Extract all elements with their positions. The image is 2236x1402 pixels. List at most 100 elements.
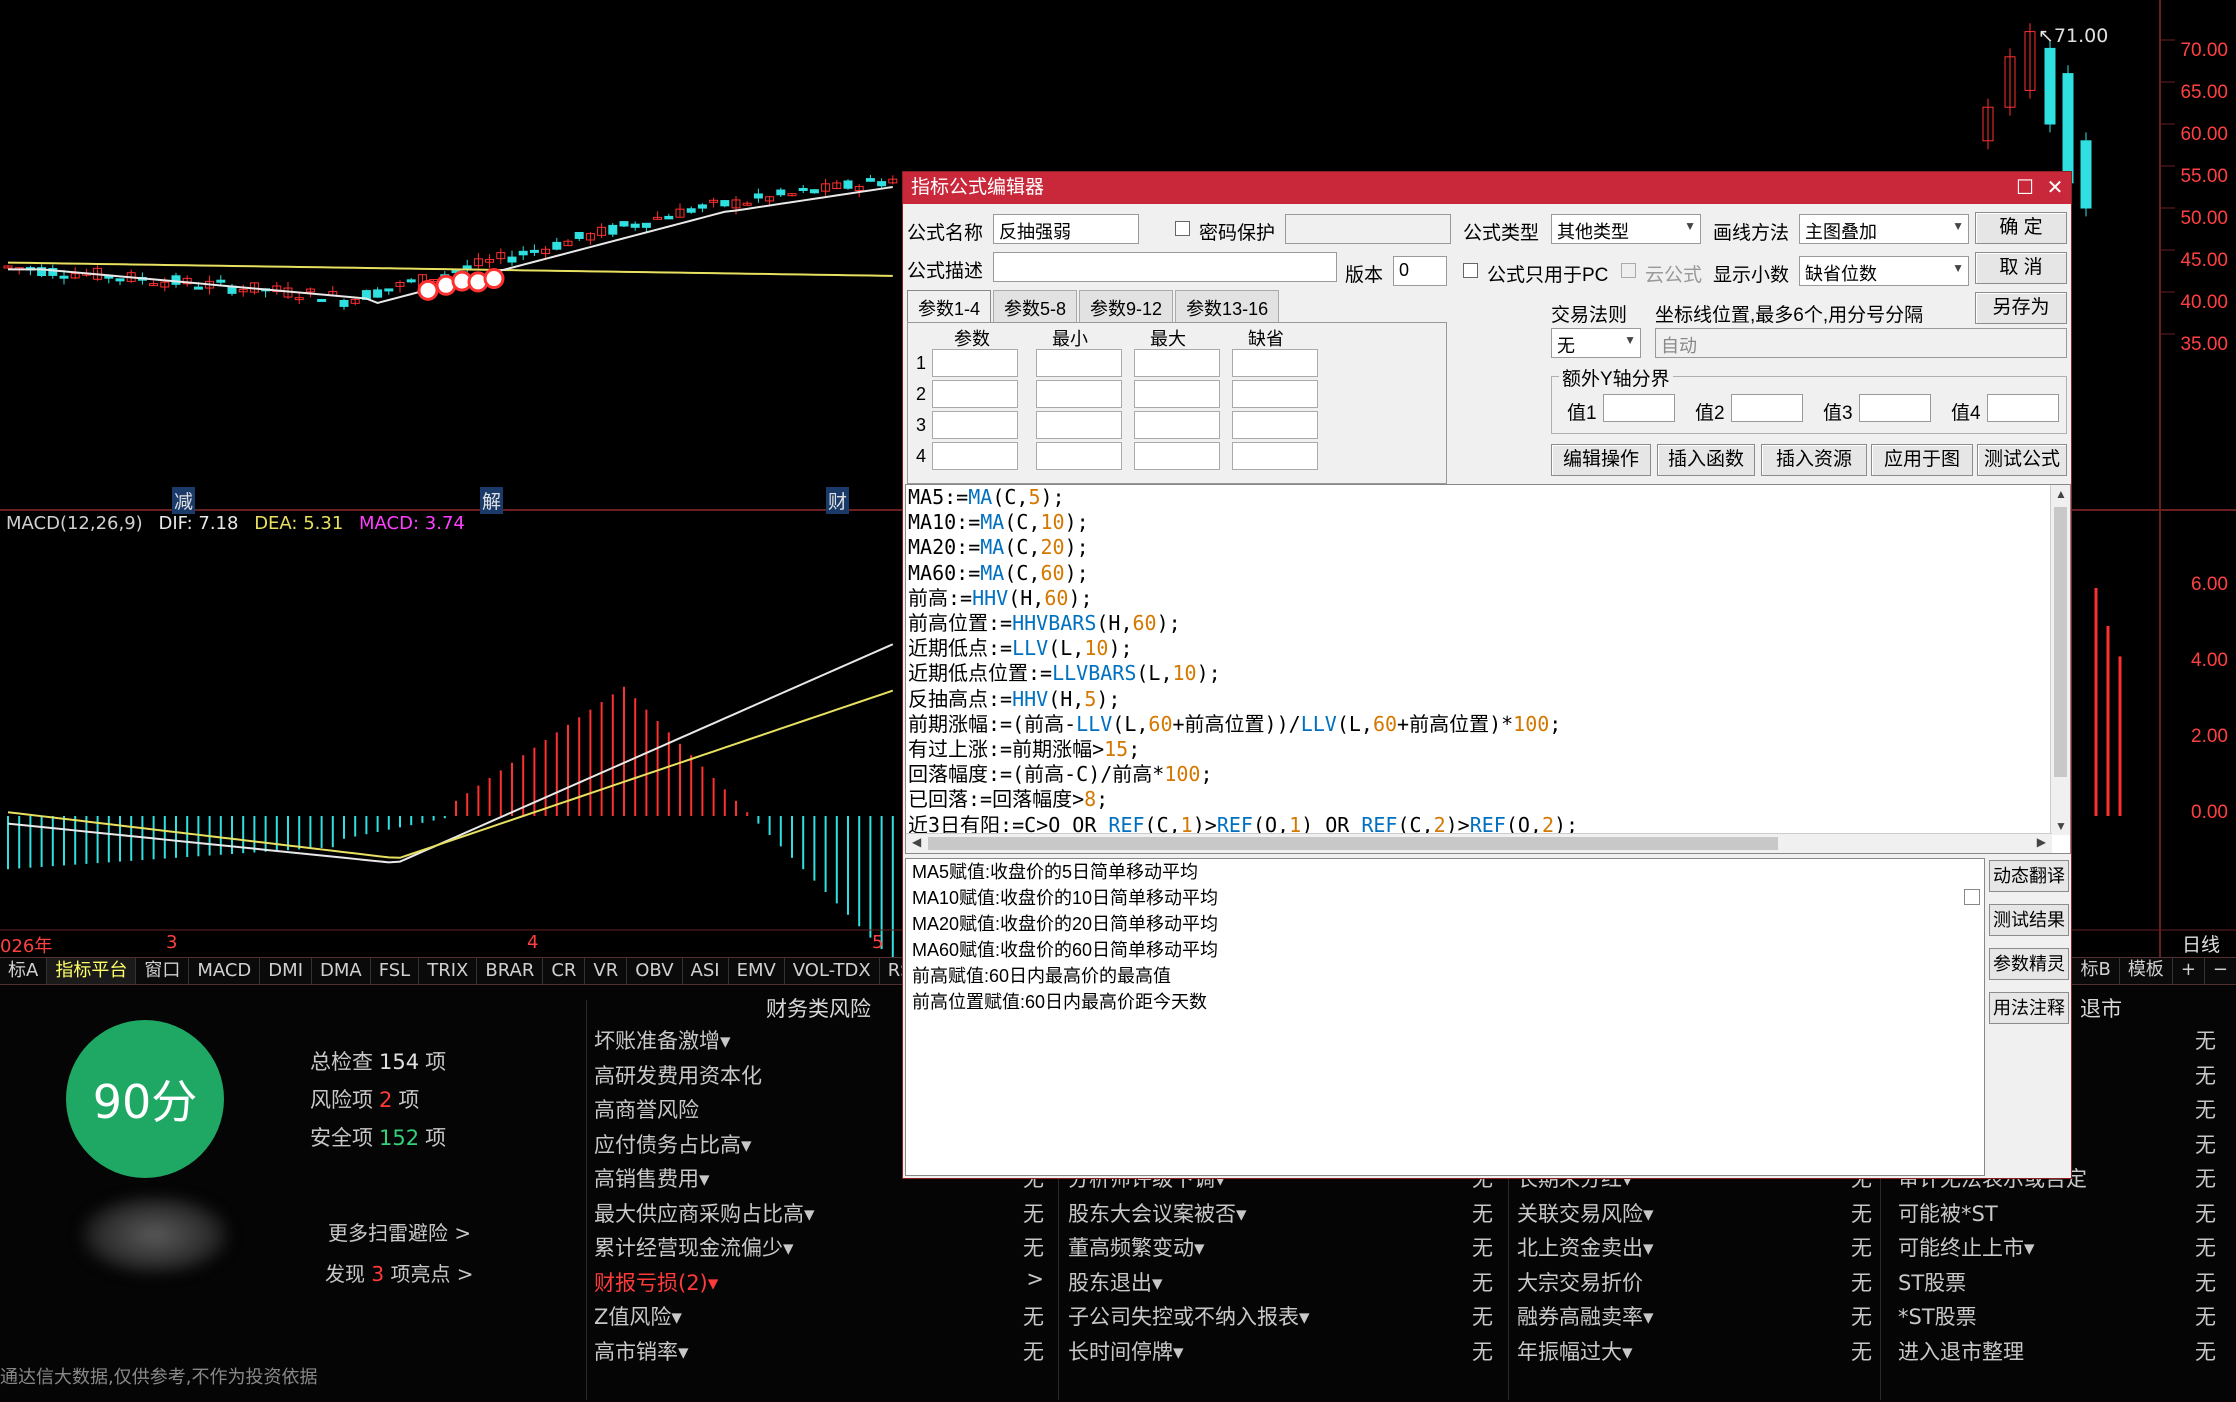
param-cell-input[interactable] <box>1232 442 1318 470</box>
risk-item[interactable]: 高市销率▾ 无 <box>594 1336 1044 1371</box>
param-cell-input[interactable] <box>932 349 1018 377</box>
password-input[interactable] <box>1285 214 1451 244</box>
param-tab[interactable]: 参数9-12 <box>1079 290 1174 322</box>
risk-item[interactable]: Z值风险▾ 无 <box>594 1301 1044 1336</box>
remove-tab-button[interactable]: − <box>2203 957 2236 985</box>
side-action-button[interactable]: 用法注释 <box>1989 992 2069 1024</box>
param-tab[interactable]: 参数1-4 <box>907 290 992 322</box>
tab-[interactable]: 指标平台 <box>47 958 137 984</box>
desc-scroll-box[interactable] <box>1964 889 1980 905</box>
risk-item[interactable]: 子公司失控或不纳入报表▾ 无 <box>1068 1301 1493 1336</box>
formula-code-editor[interactable]: MA5:=MA(C,5); MA10:=MA(C,10); MA20:=MA(C,2… <box>905 484 2071 854</box>
param-cell-input[interactable] <box>1232 411 1318 439</box>
tab-dma[interactable]: DMA <box>312 958 371 984</box>
param-cell-input[interactable] <box>932 442 1018 470</box>
tab-dmi[interactable]: DMI <box>260 958 312 984</box>
risk-item[interactable]: 进入退市整理 无 <box>1898 1336 2216 1371</box>
scroll-down-icon[interactable]: ▼ <box>2055 819 2067 833</box>
maximize-icon[interactable]: ☐ <box>2011 172 2039 204</box>
cancel-button[interactable]: 取 消 <box>1975 252 2067 284</box>
risk-item[interactable]: 可能终止上市▾ 无 <box>1898 1232 2216 1267</box>
tab-asi[interactable]: ASI <box>683 958 729 984</box>
highlights-link[interactable]: 发现 3 项亮点 > <box>325 1258 474 1287</box>
param-cell-input[interactable] <box>1134 442 1220 470</box>
side-action-button[interactable]: 动态翻译 <box>1989 860 2069 892</box>
risk-item[interactable]: 最大供应商采购占比高▾ 无 <box>594 1198 1044 1233</box>
password-checkbox[interactable] <box>1175 221 1190 236</box>
risk-item[interactable]: 股东大会议案被否▾ 无 <box>1068 1198 1493 1233</box>
tab-fsl[interactable]: FSL <box>371 958 420 984</box>
param-cell-input[interactable] <box>1134 411 1220 439</box>
add-tab-button[interactable]: + <box>2171 957 2204 985</box>
scroll-thumb[interactable] <box>928 837 1778 850</box>
pc-only-checkbox[interactable] <box>1463 263 1478 278</box>
tab-vr[interactable]: VR <box>585 958 628 984</box>
editor-action-button[interactable]: 插入资源 <box>1761 444 1867 476</box>
risk-item[interactable]: ST股票 无 <box>1898 1267 2216 1302</box>
param-tab[interactable]: 参数5-8 <box>993 290 1078 322</box>
tab-template[interactable]: 模板 <box>2118 957 2172 985</box>
decimal-select[interactable]: 缺省位数 ▼ <box>1799 256 1969 286</box>
editor-action-button[interactable]: 测试公式 <box>1977 444 2067 476</box>
param-cell-input[interactable] <box>932 411 1018 439</box>
period-label[interactable]: 日线 <box>2182 930 2220 957</box>
editor-action-button[interactable]: 插入函数 <box>1657 444 1755 476</box>
risk-item[interactable]: 累计经营现金流偏少▾ 无 <box>594 1232 1044 1267</box>
risk-item[interactable]: 长时间停牌▾ 无 <box>1068 1336 1493 1371</box>
tab-emv[interactable]: EMV <box>729 958 785 984</box>
scroll-thumb[interactable] <box>2054 507 2067 777</box>
tab-voltdx[interactable]: VOL-TDX <box>785 958 880 984</box>
param-cell-input[interactable] <box>1134 380 1220 408</box>
risk-item[interactable]: 年振幅过大▾ 无 <box>1517 1336 1872 1371</box>
tab-[interactable]: 窗口 <box>136 958 190 984</box>
param-cell-input[interactable] <box>1232 349 1318 377</box>
y-value-input[interactable] <box>1603 394 1675 422</box>
ok-button[interactable]: 确 定 <box>1975 212 2067 244</box>
version-input[interactable]: 0 <box>1393 256 1447 286</box>
tab-a[interactable]: 标A <box>0 958 48 984</box>
risk-item[interactable]: 可能被*ST 无 <box>1898 1198 2216 1233</box>
trade-rule-select[interactable]: 无 ▼ <box>1551 328 1641 358</box>
risk-item[interactable]: 财报亏损(2)▾ > <box>594 1267 1044 1302</box>
risk-item[interactable]: 股东退出▾ 无 <box>1068 1267 1493 1302</box>
scroll-up-icon[interactable]: ▲ <box>2055 487 2067 501</box>
risk-item[interactable]: 董高频繁变动▾ 无 <box>1068 1232 1493 1267</box>
horizontal-scrollbar[interactable]: ◀ ▶ <box>906 833 2052 853</box>
formula-name-input[interactable]: 反抽强弱 <box>993 214 1139 244</box>
param-cell-input[interactable] <box>1232 380 1318 408</box>
scroll-left-icon[interactable]: ◀ <box>912 835 921 849</box>
editor-action-button[interactable]: 应用于图 <box>1871 444 1973 476</box>
formula-type-select[interactable]: 其他类型 ▼ <box>1551 214 1701 244</box>
save-as-button[interactable]: 另存为 <box>1975 292 2067 324</box>
vertical-scrollbar[interactable]: ▲ ▼ <box>2050 485 2070 835</box>
tab-right-b[interactable]: 标B <box>2071 957 2118 985</box>
tab-obv[interactable]: OBV <box>627 958 683 984</box>
risk-item[interactable]: 北上资金卖出▾ 无 <box>1517 1232 1872 1267</box>
param-cell-input[interactable] <box>932 380 1018 408</box>
y-value-input[interactable] <box>1859 394 1931 422</box>
param-cell-input[interactable] <box>1036 380 1122 408</box>
param-cell-input[interactable] <box>1036 442 1122 470</box>
more-scan-link[interactable]: 更多扫雷避险 > <box>328 1217 471 1246</box>
param-tab[interactable]: 参数13-16 <box>1175 290 1280 322</box>
tab-brar[interactable]: BRAR <box>477 958 544 984</box>
y-value-input[interactable] <box>1987 394 2059 422</box>
side-action-button[interactable]: 测试结果 <box>1989 904 2069 936</box>
draw-method-select[interactable]: 主图叠加 ▼ <box>1799 214 1969 244</box>
dialog-title-bar[interactable]: 指标公式编辑器 ☐ ✕ <box>903 172 2071 204</box>
tab-cr[interactable]: CR <box>543 958 586 984</box>
scroll-right-icon[interactable]: ▶ <box>2037 835 2046 849</box>
editor-action-button[interactable]: 编辑操作 <box>1551 444 1651 476</box>
y-value-input[interactable] <box>1731 394 1803 422</box>
close-icon[interactable]: ✕ <box>2041 172 2069 204</box>
tab-macd[interactable]: MACD <box>189 958 261 984</box>
tab-trix[interactable]: TRIX <box>419 958 478 984</box>
risk-item[interactable]: 关联交易风险▾ 无 <box>1517 1198 1872 1233</box>
formula-desc-input[interactable] <box>993 252 1337 282</box>
param-cell-input[interactable] <box>1134 349 1220 377</box>
risk-item[interactable]: *ST股票 无 <box>1898 1301 2216 1336</box>
side-action-button[interactable]: 参数精灵 <box>1989 948 2069 980</box>
param-cell-input[interactable] <box>1036 411 1122 439</box>
coord-input[interactable]: 自动 <box>1655 328 2067 358</box>
risk-item[interactable]: 融券高融卖率▾ 无 <box>1517 1301 1872 1336</box>
